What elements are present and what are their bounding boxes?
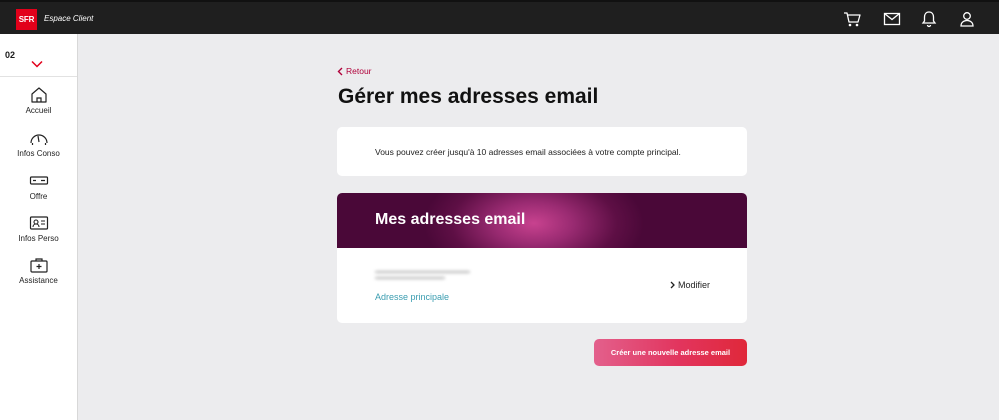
create-email-button[interactable]: Créer une nouvelle adresse email — [594, 339, 747, 366]
modify-link[interactable]: Modifier — [670, 280, 710, 290]
sidebar-item-offre[interactable]: Offre — [0, 172, 77, 212]
sfr-logo[interactable]: SFR — [16, 9, 37, 30]
mail-icon[interactable] — [883, 10, 901, 28]
cart-icon[interactable] — [843, 10, 861, 28]
sidebar-item-label: Accueil — [25, 106, 52, 115]
sidebar: 02 Accueil Infos Conso Offre Infos Perso… — [0, 34, 78, 420]
sidebar-item-assistance[interactable]: Assistance — [0, 256, 77, 296]
info-card: Vous pouvez créer jusqu'à 10 adresses em… — [337, 127, 747, 176]
info-text: Vous pouvez créer jusqu'à 10 adresses em… — [375, 147, 681, 157]
user-account-icon[interactable] — [958, 10, 976, 28]
chevron-right-icon — [670, 281, 675, 289]
page-title: Gérer mes adresses email — [338, 85, 599, 108]
chevron-left-icon — [337, 67, 343, 75]
email-section-title: Mes adresses email — [375, 211, 526, 228]
redacted-email-address — [375, 267, 480, 285]
sidebar-item-infos-conso[interactable]: Infos Conso — [0, 129, 77, 169]
offer-icon — [29, 176, 48, 185]
sidebar-item-label: Assistance — [19, 276, 58, 285]
sidebar-item-label: Infos Perso — [18, 234, 59, 243]
email-section-header: Mes adresses email — [337, 193, 747, 248]
sidebar-item-label: Infos Conso — [17, 149, 60, 158]
sidebar-divider — [0, 76, 77, 77]
sidebar-item-infos-perso[interactable]: Infos Perso — [0, 214, 77, 254]
back-link[interactable]: Retour — [337, 66, 372, 76]
first-aid-icon — [29, 258, 48, 273]
id-card-icon — [29, 216, 48, 230]
top-bar: SFR Espace Client — [0, 0, 999, 34]
notification-bell-icon[interactable] — [920, 10, 938, 28]
modify-label: Modifier — [678, 280, 711, 290]
sidebar-item-label: Offre — [29, 192, 48, 201]
primary-address-label: Adresse principale — [375, 292, 450, 302]
back-label: Retour — [346, 66, 372, 76]
email-addresses-card: Mes adresses email Adresse principale Mo… — [337, 193, 747, 323]
brand-title: Espace Client — [44, 14, 94, 23]
chevron-down-icon[interactable] — [31, 60, 43, 68]
home-icon — [30, 87, 47, 103]
line-number: 02 — [5, 50, 16, 60]
sidebar-item-accueil[interactable]: Accueil — [0, 86, 77, 126]
gauge-icon — [29, 134, 48, 145]
